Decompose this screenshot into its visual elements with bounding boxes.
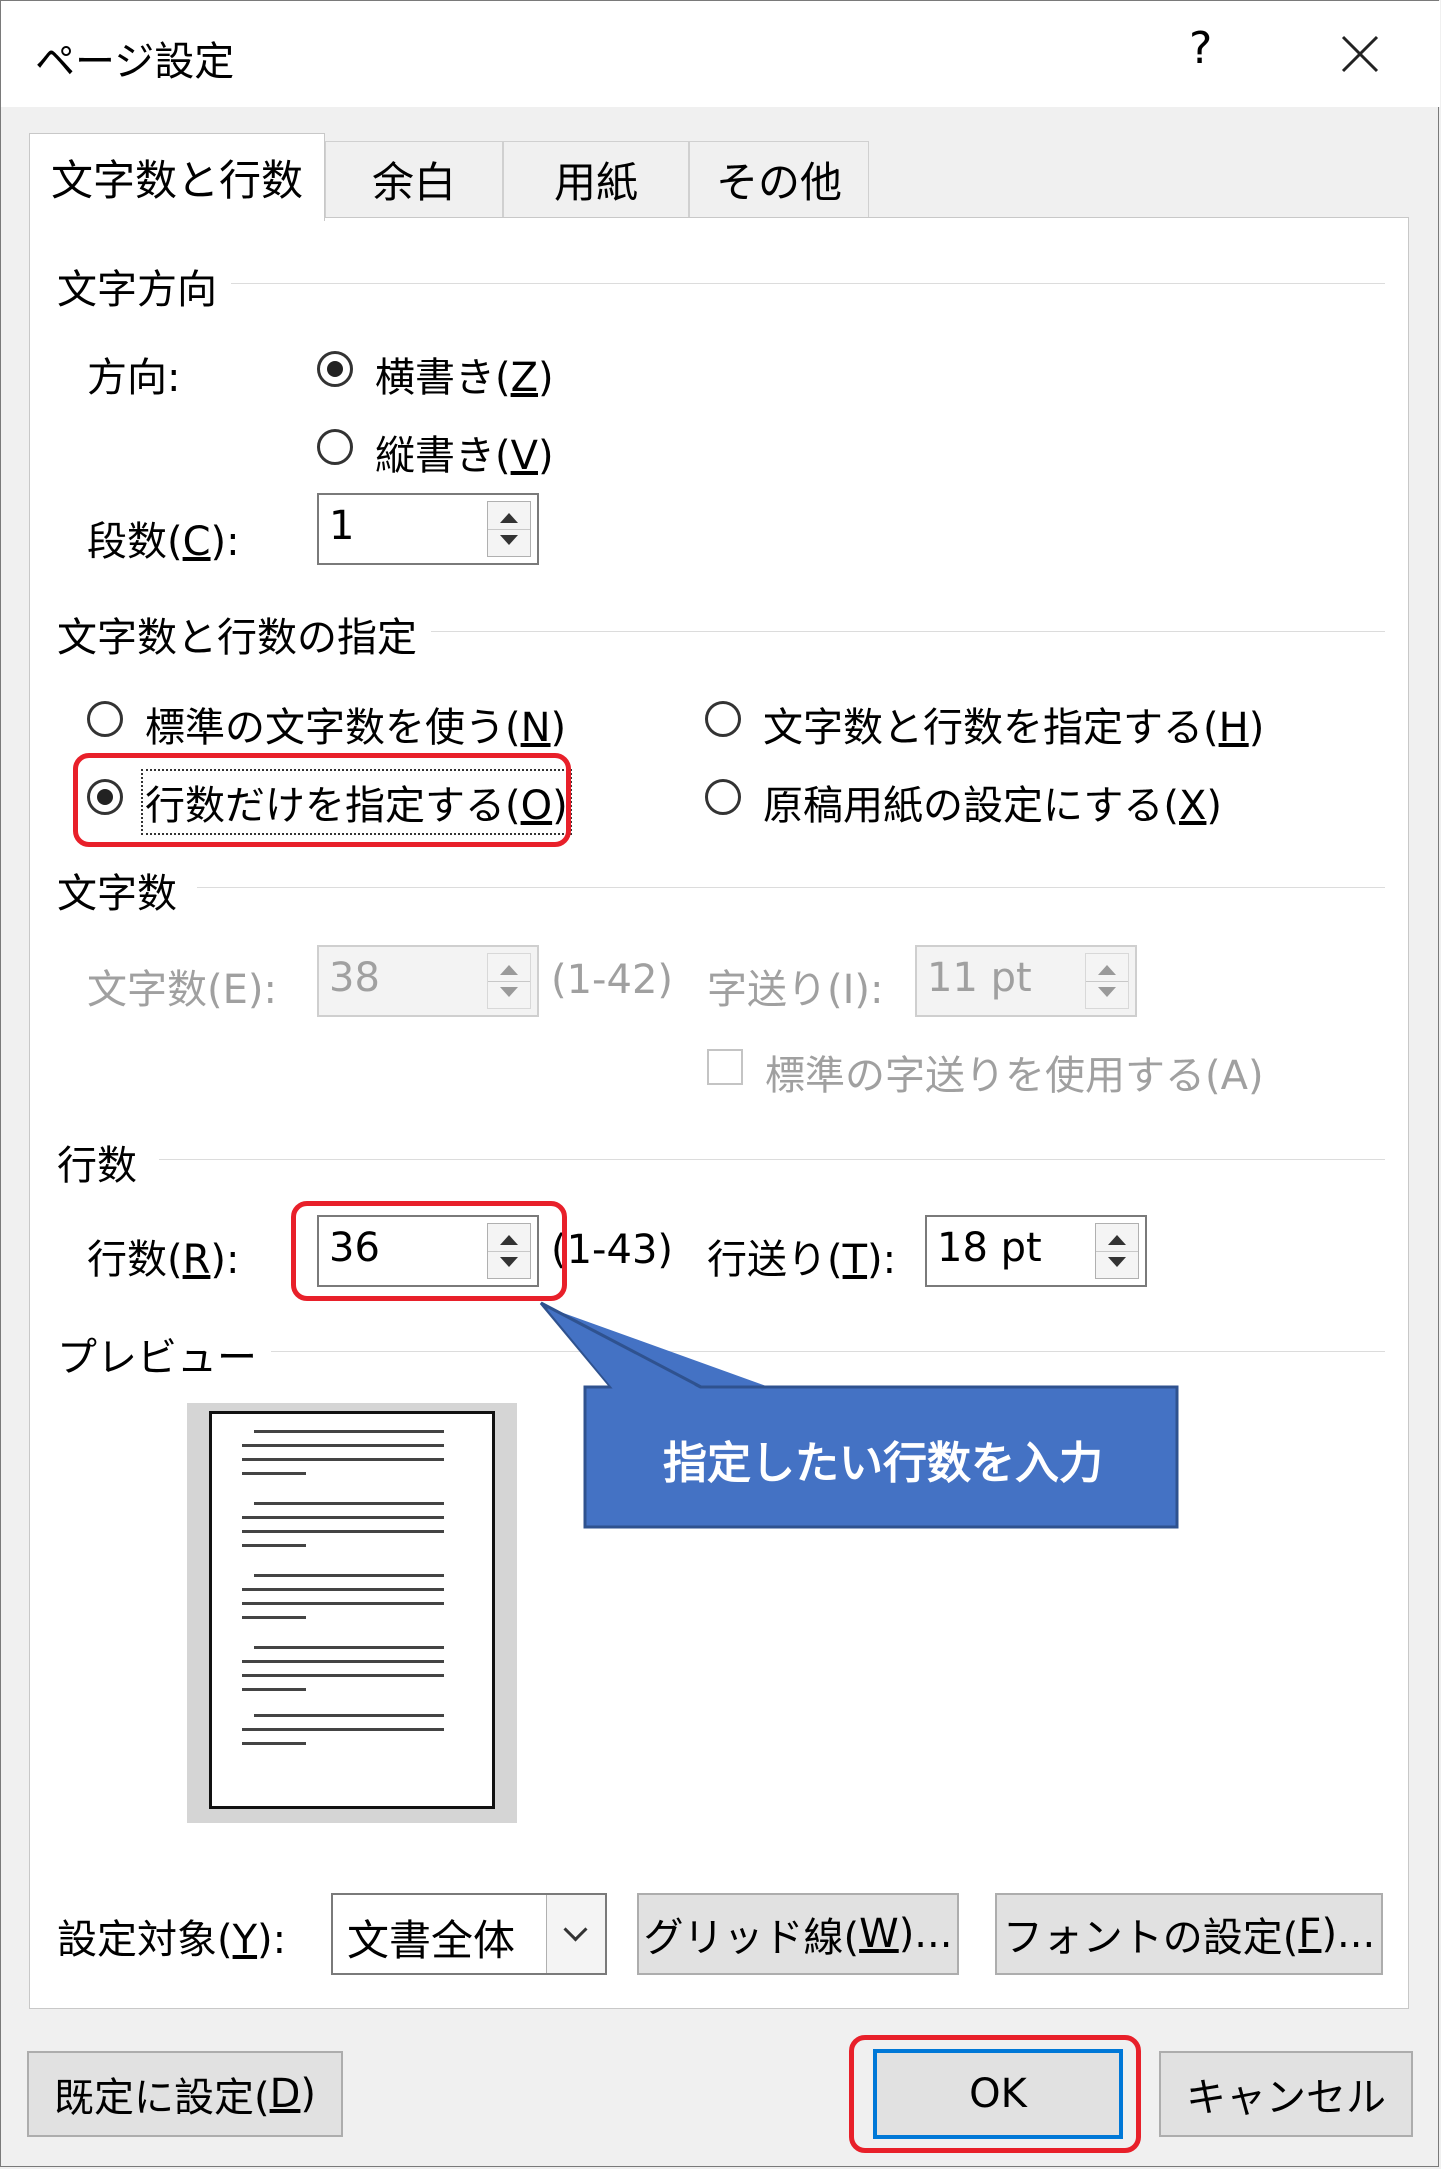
spin-arrows-icon[interactable] xyxy=(487,501,531,557)
columns-label: 段数(C): xyxy=(87,519,240,565)
callout-text: 指定したい行数を入力 xyxy=(663,1438,1103,1489)
title-bar: ページ設定 ? xyxy=(1,1,1440,107)
spin-arrows-icon xyxy=(487,953,531,1009)
tab-label: 用紙 xyxy=(553,158,638,207)
chars-label: 文字数(E): xyxy=(87,967,277,1013)
radio-horizontal[interactable] xyxy=(317,351,353,387)
spin-arrows-icon xyxy=(1085,953,1129,1009)
preview-text-line xyxy=(254,1502,444,1505)
apply-to-select[interactable]: 文書全体 xyxy=(331,1893,607,1975)
char-pitch-spinner: 11 pt xyxy=(915,945,1137,1017)
radio-standard-chars[interactable] xyxy=(87,701,123,737)
highlight-lines-spinner xyxy=(291,1201,567,1301)
preview-text-line xyxy=(242,1616,306,1619)
preview-text-line xyxy=(254,1714,444,1717)
section-title-direction: 文字方向 xyxy=(57,257,231,315)
divider xyxy=(197,887,1385,888)
divider xyxy=(159,1159,1385,1160)
divider xyxy=(231,283,1385,284)
font-settings-button[interactable]: フォントの設定(F)... xyxy=(995,1893,1383,1975)
highlight-ok-button xyxy=(849,2035,1141,2153)
dialog-title: ページ設定 xyxy=(35,39,235,85)
radio-genko-label[interactable]: 原稿用紙の設定にする(X) xyxy=(763,773,1222,831)
tab-paper[interactable]: 用紙 xyxy=(503,141,689,217)
tab-chars-lines[interactable]: 文字数と行数 xyxy=(29,133,325,221)
columns-spinner[interactable]: 1 xyxy=(317,493,539,565)
preview-text-line xyxy=(254,1574,444,1577)
radio-standard-chars-label[interactable]: 標準の文字数を使う(N) xyxy=(145,695,566,753)
radio-horizontal-label[interactable]: 横書き(Z) xyxy=(375,345,554,403)
radio-genko[interactable] xyxy=(705,779,741,815)
grid-lines-button[interactable]: グリッド線(W)... xyxy=(637,1893,959,1975)
columns-value[interactable]: 1 xyxy=(329,503,354,549)
chars-range: (1-42) xyxy=(551,957,673,1003)
apply-to-label: 設定対象(Y): xyxy=(57,1917,287,1963)
help-button[interactable]: ? xyxy=(1189,23,1212,74)
cancel-button[interactable]: キャンセル xyxy=(1159,2051,1413,2137)
set-default-button[interactable]: 既定に設定(D) xyxy=(27,2051,343,2137)
tab-label: その他 xyxy=(715,158,842,207)
highlight-lines-only xyxy=(73,753,571,847)
section-title-lines: 行数 xyxy=(57,1133,151,1191)
preview-text-line xyxy=(242,1458,444,1461)
preview-text-line xyxy=(242,1688,306,1691)
spin-arrows-icon[interactable] xyxy=(1095,1223,1139,1279)
line-pitch-value[interactable]: 18 pt xyxy=(937,1225,1042,1271)
line-pitch-spinner[interactable]: 18 pt xyxy=(925,1215,1147,1287)
lines-label: 行数(R): xyxy=(87,1237,240,1283)
section-title-preview: プレビュー xyxy=(57,1325,271,1383)
tab-label: 文字数と行数 xyxy=(50,156,303,205)
page-setup-dialog: ページ設定 ? 文字数と行数 余白 用紙 その他 文字方向 方向: 横書き(Z)… xyxy=(0,0,1440,2167)
radio-chars-and-lines-label[interactable]: 文字数と行数を指定する(H) xyxy=(763,695,1264,753)
preview-text-line xyxy=(242,1588,444,1591)
preview-text-line xyxy=(242,1472,306,1475)
preview-text-line xyxy=(242,1660,444,1663)
radio-chars-and-lines[interactable] xyxy=(705,701,741,737)
preview-text-line xyxy=(242,1530,444,1533)
preview-text-line xyxy=(242,1444,444,1447)
section-title-grid: 文字数と行数の指定 xyxy=(57,605,431,663)
apply-to-value[interactable]: 文書全体 xyxy=(347,1907,515,1968)
preview-page xyxy=(209,1411,495,1809)
lines-range: (1-43) xyxy=(551,1227,673,1273)
tab-margins[interactable]: 余白 xyxy=(325,141,503,217)
direction-label: 方向: xyxy=(87,355,181,401)
preview-text-line xyxy=(254,1430,444,1433)
tab-other[interactable]: その他 xyxy=(689,141,869,217)
tab-label: 余白 xyxy=(371,158,456,207)
preview-text-line xyxy=(242,1544,306,1547)
line-pitch-label: 行送り(T): xyxy=(707,1237,897,1283)
preview-text-line xyxy=(242,1742,306,1745)
chevron-down-icon[interactable] xyxy=(546,1895,605,1973)
preview-text-line xyxy=(242,1516,444,1519)
checkbox-standard-pitch xyxy=(707,1049,743,1085)
char-pitch-value: 11 pt xyxy=(927,955,1032,1001)
preview-text-line xyxy=(242,1674,444,1677)
char-pitch-label: 字送り(I): xyxy=(707,967,884,1013)
radio-vertical[interactable] xyxy=(317,429,353,465)
divider xyxy=(421,631,1385,632)
close-icon[interactable] xyxy=(1319,21,1401,87)
preview-text-line xyxy=(242,1728,444,1731)
radio-vertical-label[interactable]: 縦書き(V) xyxy=(375,423,554,481)
preview-text-line xyxy=(254,1646,444,1649)
preview-text-line xyxy=(242,1602,444,1605)
chars-spinner: 38 xyxy=(317,945,539,1017)
checkbox-standard-pitch-label: 標準の字送りを使用する(A) xyxy=(765,1053,1264,1099)
section-title-chars: 文字数 xyxy=(57,861,191,919)
chars-value: 38 xyxy=(329,955,380,1001)
